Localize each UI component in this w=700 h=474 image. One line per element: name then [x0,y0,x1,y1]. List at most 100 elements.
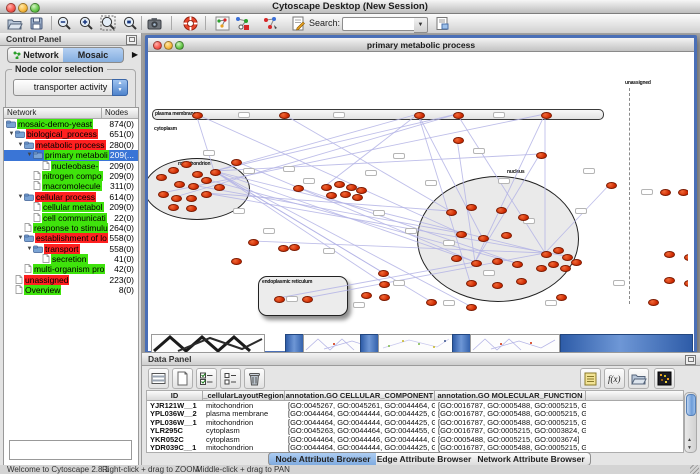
graph-node[interactable] [214,184,225,191]
table-header-col2[interactable]: annotation.GO CELLULAR_COMPONENT [285,391,435,401]
graph-node[interactable] [186,195,197,202]
graph-node[interactable] [379,281,390,288]
graph-node[interactable] [346,184,357,191]
table-cell[interactable]: [GO:0044464, GO:0044444, GO:0044425, G..… [285,410,435,418]
tree-row[interactable]: response to stimulu264(0) [4,223,138,233]
table-cell[interactable]: YPL036W__2 [147,410,203,418]
scroll-down-arrow[interactable]: ▼ [685,444,694,452]
graph-node[interactable] [456,231,467,238]
minimized-window-bar[interactable] [360,334,380,352]
graph-node[interactable] [684,254,689,261]
graph-node[interactable] [171,195,182,202]
graph-node[interactable] [414,112,425,119]
graph-node[interactable] [466,304,477,311]
graph-node[interactable] [334,181,345,188]
graph-node[interactable] [192,112,203,119]
attribute-table-icon[interactable] [148,368,169,389]
table-cell[interactable]: YDR039C__1 [147,444,203,452]
graph-node[interactable] [496,207,507,214]
graph-node[interactable] [678,189,689,196]
expander-icon[interactable]: ▼ [17,192,24,202]
graph-node[interactable] [340,191,351,198]
tree-row[interactable]: ▼metabolic process280(0) [4,140,138,150]
table-cell[interactable]: mitochondrion [203,419,285,427]
graph-node[interactable] [518,214,529,221]
table-cell[interactable]: YJR121W__1 [147,402,203,410]
graph-node[interactable] [201,177,212,184]
graph-node[interactable] [248,239,259,246]
graph-node[interactable] [168,167,179,174]
graph-node[interactable] [548,261,559,268]
vizmap-a-icon[interactable] [234,15,251,32]
tab-mosaic[interactable]: Mosaic [63,47,124,63]
import-attributes-icon[interactable] [628,368,649,389]
graph-node[interactable] [492,258,503,265]
tree-row[interactable]: ▼primary metaboli209(... [4,150,138,160]
graph-node[interactable] [562,254,573,261]
delete-attribute-icon[interactable] [244,368,265,389]
graph-node[interactable] [606,182,617,189]
tab-node-attribute-browser[interactable]: Node Attribute Browser [268,452,378,466]
search-options-icon[interactable] [434,15,451,32]
new-attribute-icon[interactable] [172,368,193,389]
network-canvas[interactable]: plasma membranecytoplasmmitochondrionnuc… [148,52,688,348]
graph-node[interactable] [446,209,457,216]
graph-node[interactable] [684,280,689,287]
tree-row[interactable]: Overview8(0) [4,285,138,295]
search-dropdown-arrow[interactable]: ▼ [414,17,428,33]
graph-node[interactable] [210,169,221,176]
minimized-window-dark[interactable] [151,334,265,352]
help-ring-icon[interactable] [182,15,199,32]
expander-icon[interactable]: ▼ [17,140,24,150]
zoom-fit-icon[interactable] [100,15,117,32]
minimized-window-bar[interactable] [560,334,693,352]
tree-row[interactable]: cellular metabol209(0) [4,202,138,212]
table-cell[interactable]: [GO:0044464, GO:0044446, GO:0044444, G..… [285,436,435,444]
graph-node[interactable] [536,152,547,159]
graph-node[interactable] [378,270,389,277]
table-cell[interactable]: [GO:0016787, GO:0005488, GO:0005215, G..… [435,402,586,410]
tab-network[interactable]: Network [7,47,65,63]
tree-row[interactable]: nitrogen compo209(0) [4,171,138,181]
graph-node[interactable] [466,204,477,211]
graph-node[interactable] [541,251,552,258]
tree-row[interactable]: ▼transport558(0) [4,244,138,254]
graph-node[interactable] [453,112,464,119]
float-panel-icon[interactable] [126,35,137,45]
tree-row[interactable]: secretion41(0) [4,254,138,264]
graph-node[interactable] [361,292,372,299]
graph-node[interactable] [501,232,512,239]
table-row[interactable]: YLR295Ccytoplasm[GO:0045263, GO:0044464,… [147,427,683,435]
birds-eye-view[interactable] [9,440,132,460]
graph-node[interactable] [471,260,482,267]
expander-icon[interactable]: ▼ [8,129,15,139]
graph-node[interactable] [512,261,523,268]
function-builder-icon[interactable]: f(x) [604,368,625,389]
table-row[interactable]: YPL036W__2plasma membrane[GO:0044464, GO… [147,410,683,418]
graph-node[interactable] [664,277,675,284]
graph-node[interactable] [302,296,313,303]
graph-node[interactable] [156,174,167,181]
attribute-matrix-icon[interactable] [654,368,675,389]
table-cell[interactable]: [GO:0045267, GO:0045261, GO:0044464, G..… [285,402,435,410]
table-cell[interactable]: [GO:0045263, GO:0044464, GO:0044455, G..… [285,427,435,435]
notes-icon[interactable] [580,368,601,389]
graph-node[interactable] [326,192,337,199]
tree-row[interactable]: cell communicati22(0) [4,213,138,223]
graph-node[interactable] [660,189,671,196]
graph-node[interactable] [379,294,390,301]
table-cell[interactable]: [GO:0016787, GO:0005215, GO:0003824, G..… [435,427,586,435]
table-header-id[interactable]: ID [147,391,203,401]
table-row[interactable]: YKR052Ccytoplasm[GO:0044464, GO:0044446,… [147,436,683,444]
graph-node[interactable] [279,112,290,119]
save-session-icon[interactable] [28,15,45,32]
graph-node[interactable] [453,137,464,144]
table-header-col1[interactable]: _cellularLayoutRegion [203,391,285,401]
annotation-icon[interactable] [290,15,307,32]
graph-node[interactable] [466,280,477,287]
tree-column-nodes[interactable]: Nodes [102,108,138,119]
expander-icon[interactable]: ▼ [26,244,33,254]
snapshot-icon[interactable] [146,15,163,32]
table-header-col3[interactable]: annotation.GO MOLECULAR_FUNCTION [435,391,586,401]
node-color-dropdown[interactable]: transporter activity ▲▼ [13,79,128,96]
